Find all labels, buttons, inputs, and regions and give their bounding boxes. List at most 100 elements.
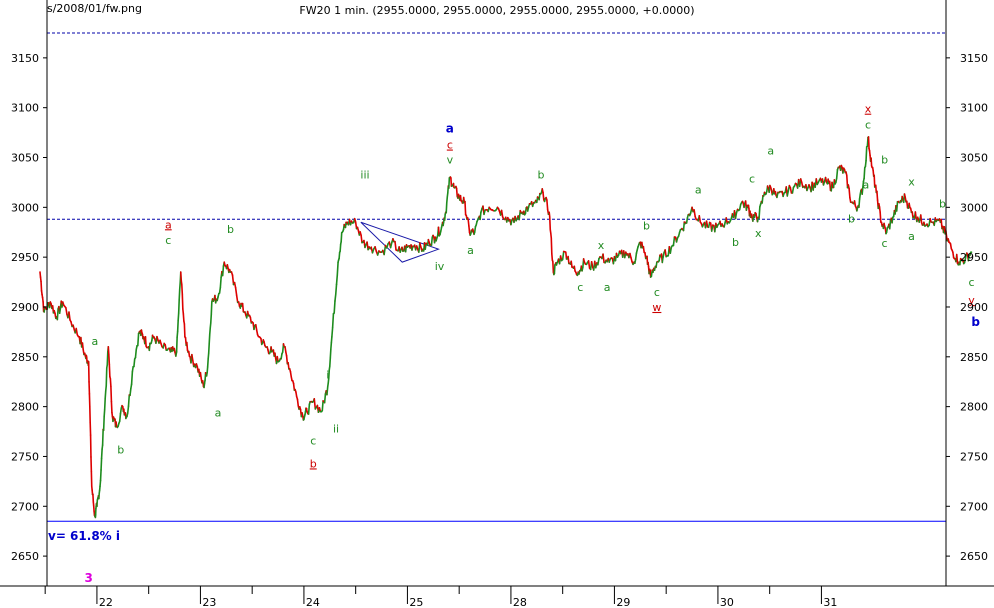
series-segment: [65, 306, 68, 315]
series-segment: [105, 367, 108, 387]
series-segment: [106, 351, 109, 366]
y-tick-label-right: 2950: [960, 251, 988, 264]
series-segment: [191, 353, 194, 362]
series-segment: [104, 390, 107, 400]
series-segment: [848, 187, 851, 199]
wave-label-7: c: [310, 434, 316, 447]
y-tick-label-right: 3100: [960, 102, 988, 115]
series-segment: [448, 177, 451, 189]
series-segment: [107, 346, 110, 356]
series-segment: [336, 261, 339, 276]
wave-label-40: b: [971, 315, 980, 329]
series-segment: [567, 255, 570, 265]
series-segment: [292, 382, 296, 391]
series-segment: [99, 479, 102, 488]
series-segment: [424, 242, 427, 250]
series-segment: [445, 196, 449, 204]
wave-label-2: 3: [84, 571, 92, 585]
series-segment: [331, 326, 334, 338]
series-segment: [895, 200, 899, 212]
series-segment: [40, 280, 43, 292]
wave-label-15: v: [447, 153, 454, 166]
series-segment: [100, 448, 103, 460]
series-segment: [323, 393, 327, 404]
series-segment: [56, 308, 59, 321]
series-segment: [313, 397, 317, 410]
y-tick-label-right: 3050: [960, 152, 988, 165]
y-tick-label-left: 3050: [11, 152, 39, 165]
x-tick-label: 22: [99, 596, 113, 608]
wave-label-21: b: [643, 219, 650, 232]
y-tick-label-left: 2900: [11, 301, 39, 314]
wave-label-23: w: [652, 301, 661, 314]
wave-label-3: a: [215, 407, 222, 420]
series-segment: [552, 260, 555, 273]
wave-label-8: b: [310, 457, 317, 470]
series-segment: [590, 260, 594, 268]
y-tick-label-right: 2850: [960, 351, 988, 364]
y-tick-label-left: 2750: [11, 450, 39, 463]
y-tick-label-left: 2650: [11, 550, 39, 563]
series-segment: [455, 187, 459, 198]
series-segment: [597, 258, 600, 266]
series-segment: [75, 327, 79, 336]
series-segment: [207, 352, 210, 360]
series-segment: [634, 252, 638, 260]
x-tick-label: 28: [513, 596, 527, 608]
y-tick-label-right: 3000: [960, 201, 988, 214]
wave-label-12: iv: [435, 260, 445, 273]
series-segment: [468, 225, 471, 234]
series-segment: [179, 271, 183, 282]
series-segment: [334, 283, 338, 296]
y-tick-label-right: 2650: [960, 550, 988, 563]
series-segment: [103, 397, 107, 411]
x-tick-label: 29: [616, 596, 630, 608]
series-segment: [102, 415, 105, 432]
series-segment: [338, 251, 341, 260]
wave-label-4: a: [165, 218, 172, 231]
series-segment: [710, 224, 714, 232]
series-segment: [891, 216, 894, 224]
series-segment: [144, 336, 147, 347]
y-tick-label-right: 2900: [960, 301, 988, 314]
series-segment: [99, 469, 102, 482]
series-segment: [207, 342, 211, 354]
series-segment: [919, 214, 923, 224]
series-segment: [865, 146, 868, 162]
wave-label-35: x: [908, 175, 915, 188]
series-segment: [570, 260, 573, 268]
series-segment: [109, 377, 112, 388]
series-segment: [906, 200, 909, 209]
y-tick-label-right: 2800: [960, 401, 988, 414]
series-segment: [254, 324, 258, 331]
wave-label-34: c: [882, 237, 888, 250]
series-segment: [186, 341, 189, 351]
series-segment: [101, 428, 104, 446]
series-segment: [524, 207, 527, 215]
series-segment: [551, 252, 554, 261]
series-segment: [274, 352, 277, 360]
series-segment: [110, 400, 113, 414]
series-segment: [321, 400, 324, 412]
wave-label-14: c: [447, 139, 453, 152]
series-segment: [241, 302, 245, 313]
series-segment: [103, 408, 106, 418]
series-segment: [553, 264, 556, 275]
wave-label-27: x: [755, 227, 762, 240]
series-segment: [329, 348, 332, 359]
series-segment: [118, 412, 122, 423]
wave-label-26: c: [749, 172, 755, 185]
wave-label-29: x: [865, 103, 872, 116]
y-tick-label-left: 3000: [11, 201, 39, 214]
series-segment: [100, 457, 103, 471]
series-segment: [548, 216, 552, 231]
series-segment: [870, 157, 873, 167]
series-segment: [108, 363, 111, 378]
series-segment: [955, 253, 959, 265]
series-segment: [546, 199, 549, 211]
wave-label-9: i: [326, 369, 329, 382]
wave-label-0: a: [91, 335, 98, 348]
series-segment: [550, 237, 553, 255]
series-segment: [669, 246, 673, 254]
series-segment: [181, 293, 184, 310]
